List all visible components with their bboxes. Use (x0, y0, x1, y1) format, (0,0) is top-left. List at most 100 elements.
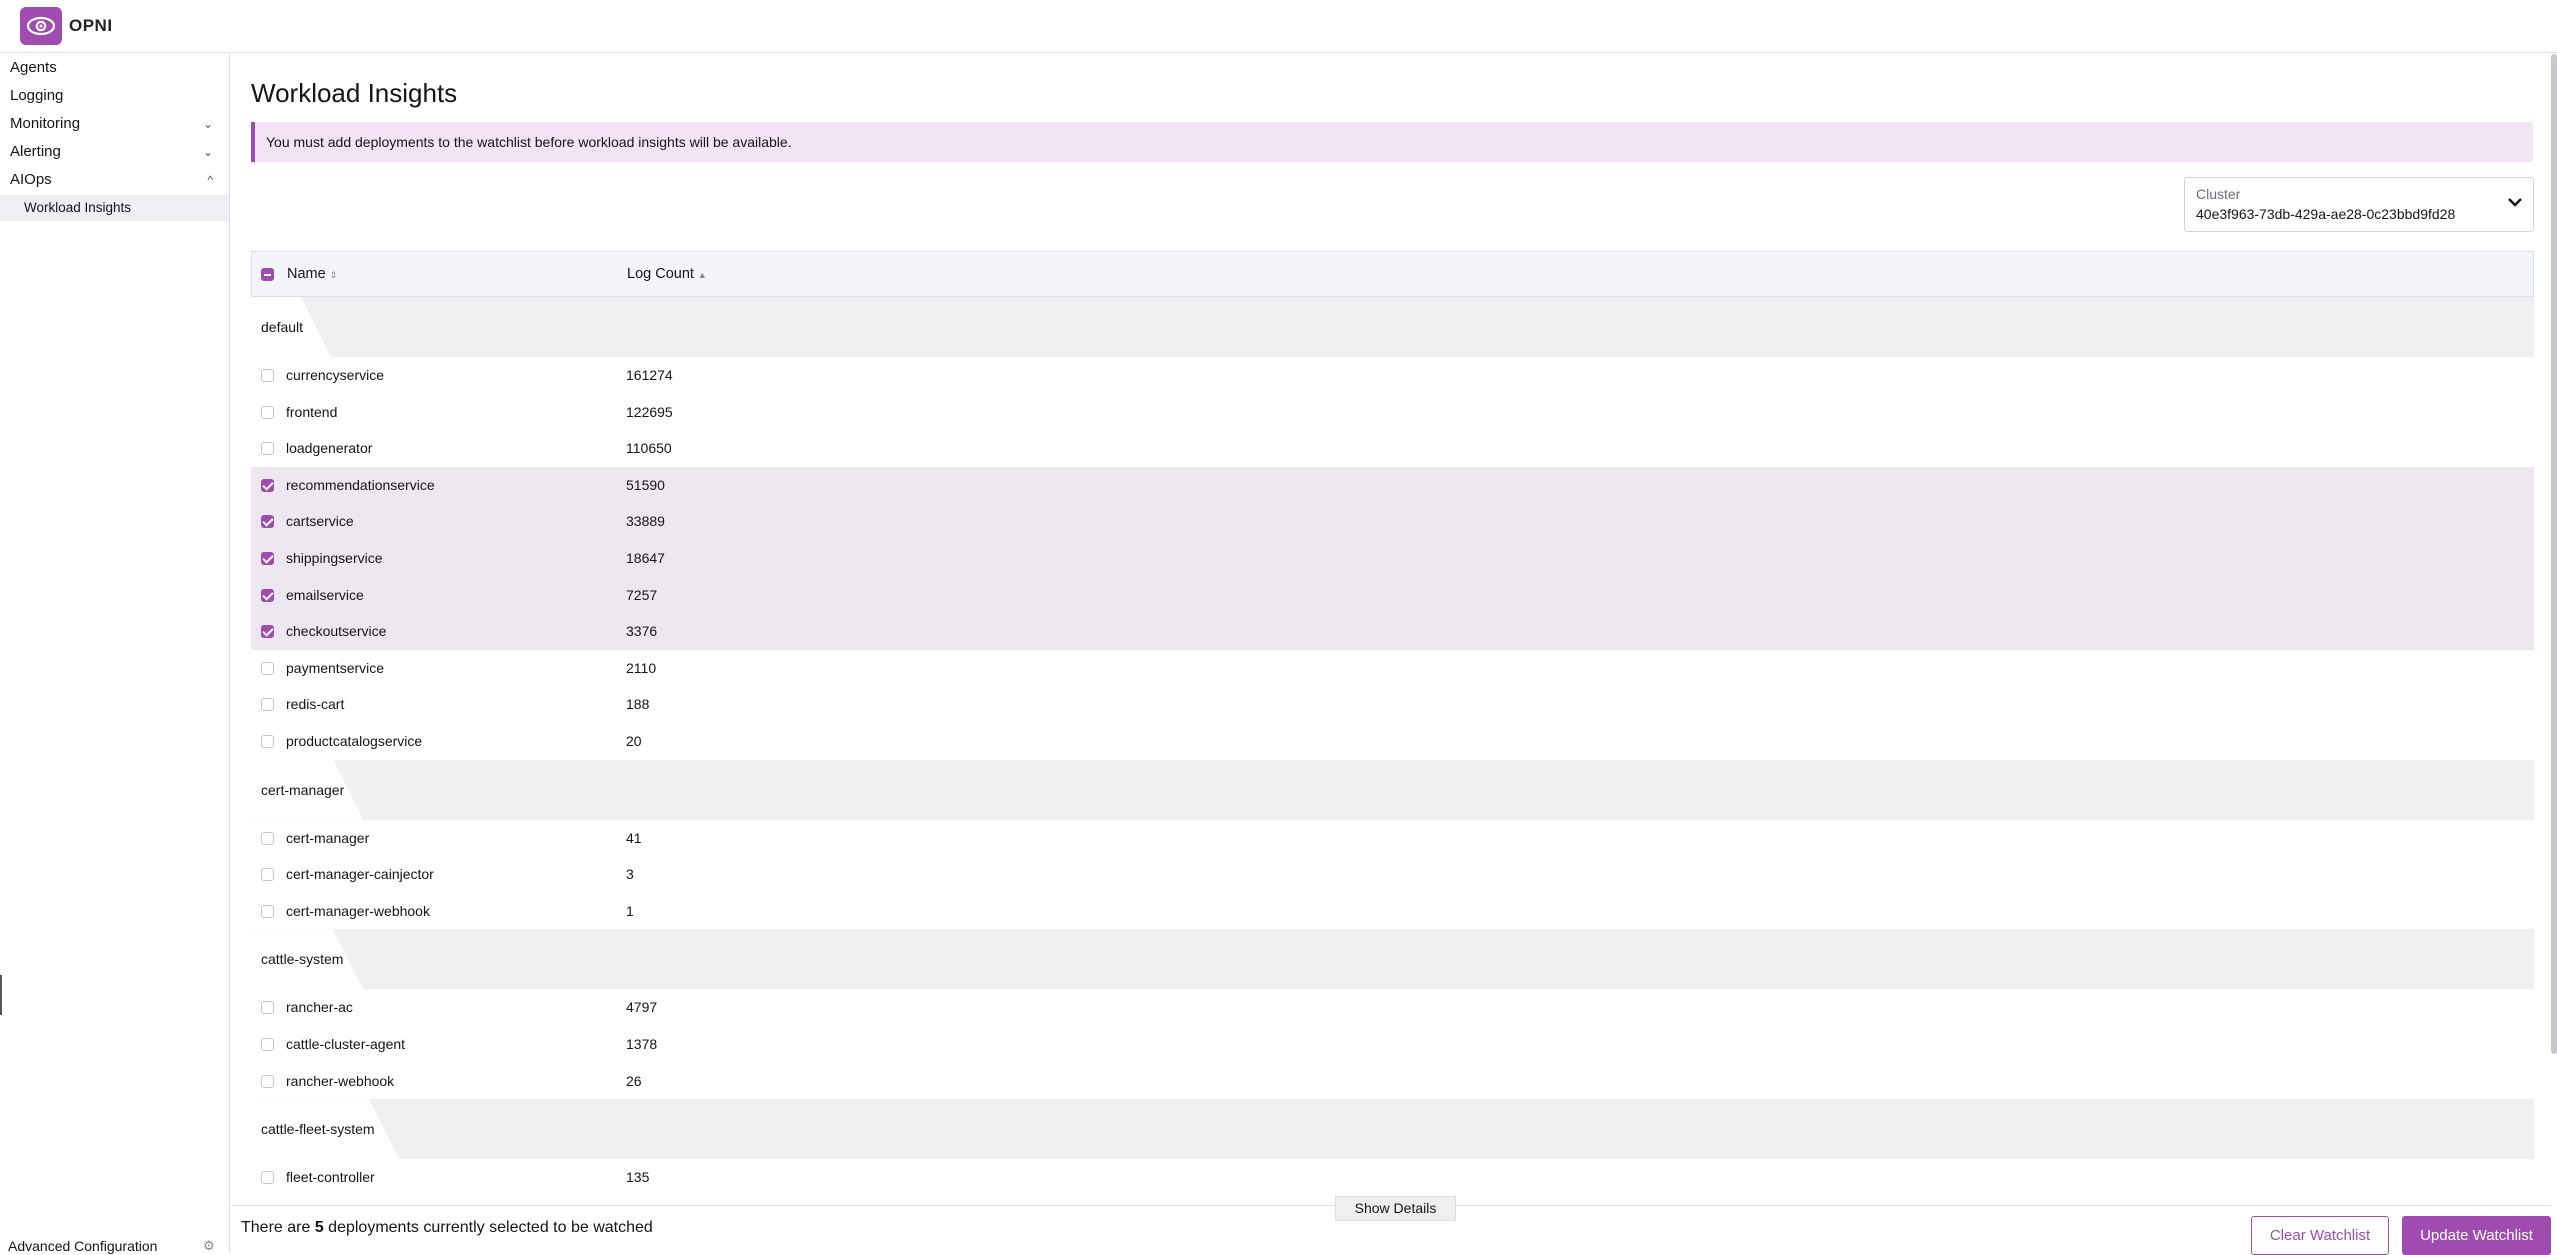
info-banner: You must add deployments to the watchlis… (251, 122, 2533, 162)
table-row[interactable]: cert-manager-cainjector 3 (251, 856, 2534, 893)
log-count: 33889 (626, 513, 665, 530)
sidebar-item-label: Monitoring (10, 115, 81, 132)
sidebar-item-logging[interactable]: Logging (0, 83, 229, 109)
column-header-name[interactable]: Name ⇕ (287, 266, 337, 282)
deployment-name: cattle-cluster-agent (286, 1036, 406, 1052)
table-row[interactable]: paymentservice 2110 (251, 649, 2534, 687)
group-label: cert-manager (251, 760, 363, 820)
log-count: 1378 (626, 1036, 658, 1052)
sidebar-item-aiops[interactable]: AIOps ^ (0, 167, 229, 193)
cluster-select[interactable]: Cluster 40e3f963-73db-429a-ae28-0c23bbd9… (2184, 177, 2534, 232)
summary-text: There are (241, 1219, 315, 1236)
log-count: 41 (626, 829, 642, 846)
column-header-label: Log Count (627, 266, 694, 282)
sidebar-item-workload-insights[interactable]: Workload Insights (0, 195, 229, 221)
gear-icon[interactable]: ⚙ (203, 1238, 215, 1254)
table-row[interactable]: cartservice 33889 (251, 503, 2534, 540)
sort-icon: ▲ (697, 270, 707, 280)
deployment-name: emailservice (286, 586, 364, 603)
clear-watchlist-button[interactable]: Clear Watchlist (2251, 1216, 2389, 1255)
column-header-log-count[interactable]: Log Count ▲ (627, 266, 707, 282)
deployment-name: currencyservice (286, 367, 385, 383)
table-row[interactable]: recommendationservice 51590 (251, 466, 2534, 504)
main-content: Workload Insights You must add deploymen… (231, 54, 2551, 1254)
row-checkbox[interactable] (261, 478, 274, 492)
selection-summary: There are 5 deployments currently select… (241, 1219, 653, 1237)
cluster-label: Cluster (2196, 186, 2241, 202)
app-name: OPNI (69, 16, 113, 35)
table-row[interactable]: cert-manager-webhook 1 (251, 892, 2534, 930)
table-row[interactable]: rancher-webhook 26 (251, 1062, 2534, 1100)
sidebar-item-monitoring[interactable]: Monitoring ⌄ (0, 111, 229, 137)
column-header-label: Name (287, 266, 326, 282)
deployment-name: shippingservice (286, 550, 383, 566)
scrollbar[interactable] (2551, 54, 2557, 1054)
log-count: 7257 (626, 586, 658, 603)
deployment-name: productcatalogservice (286, 733, 423, 749)
deployment-name: rancher-webhook (286, 1072, 395, 1089)
row-checkbox[interactable] (261, 405, 274, 419)
row-checkbox[interactable] (261, 1074, 274, 1088)
table-header: Name ⇕ Log Count ▲ (251, 251, 2534, 297)
row-checkbox[interactable] (261, 698, 274, 712)
log-count: 161274 (626, 367, 673, 383)
row-checkbox[interactable] (261, 868, 274, 882)
deployment-name: cartservice (286, 513, 354, 530)
row-checkbox[interactable] (261, 1171, 274, 1185)
sidebar-item-label: Alerting (10, 143, 61, 160)
advanced-configuration-link[interactable]: Advanced Configuration (8, 1238, 157, 1254)
deployment-name: recommendationservice (286, 476, 435, 493)
selected-count: 5 (314, 1219, 324, 1236)
sidebar-item-agents[interactable]: Agents (0, 55, 229, 81)
table-row[interactable]: loadgenerator 110650 (251, 430, 2534, 467)
row-checkbox[interactable] (261, 904, 274, 918)
sidebar-item-alerting[interactable]: Alerting ⌄ (0, 139, 229, 165)
top-bar: OPNI (0, 0, 2557, 53)
watchlist-footer: There are 5 deployments currently select… (231, 1196, 2551, 1255)
sort-icon: ⇕ (329, 270, 338, 280)
summary-text: deployments currently selected to be wat… (323, 1219, 653, 1236)
row-checkbox[interactable] (261, 588, 274, 602)
row-checkbox[interactable] (261, 1038, 274, 1051)
chevron-down-icon: ⌄ (202, 117, 213, 131)
sidebar-item-label: AIOps (10, 171, 52, 188)
row-checkbox[interactable] (261, 515, 274, 529)
log-count: 3376 (626, 623, 658, 640)
table-row[interactable]: cattle-cluster-agent 1378 (251, 1026, 2534, 1063)
row-checkbox[interactable] (261, 369, 274, 382)
table-row[interactable]: cert-manager 41 (251, 819, 2534, 857)
row-checkbox[interactable] (261, 1001, 274, 1015)
group-label: cattle-system (251, 929, 363, 989)
log-count: 18647 (626, 550, 665, 566)
row-checkbox[interactable] (261, 625, 274, 639)
deployment-name: cert-manager (286, 829, 370, 846)
table-row[interactable]: checkoutservice 3376 (251, 613, 2534, 650)
opni-logo-icon[interactable] (20, 7, 62, 45)
sidebar: Agents Logging Monitoring ⌄ Alerting ⌄ AIO… (0, 54, 230, 1254)
row-checkbox[interactable] (261, 735, 274, 748)
table-row[interactable]: productcatalogservice 20 (251, 723, 2534, 760)
table-row[interactable]: currencyservice 161274 (251, 357, 2534, 394)
table-row[interactable]: frontend 122695 (251, 393, 2534, 431)
log-count: 1 (626, 902, 634, 919)
update-watchlist-button[interactable]: Update Watchlist (2402, 1216, 2551, 1255)
row-checkbox[interactable] (261, 661, 274, 675)
row-checkbox[interactable] (261, 831, 274, 845)
table-row[interactable]: rancher-ac 4797 (251, 989, 2534, 1026)
row-checkbox[interactable] (261, 442, 274, 456)
log-count: 135 (626, 1169, 650, 1186)
log-count: 110650 (626, 440, 672, 457)
show-details-button[interactable]: Show Details (1335, 1196, 1456, 1221)
table-row[interactable]: redis-cart 188 (251, 686, 2534, 723)
page-title: Workload Insights (251, 78, 458, 108)
row-checkbox[interactable] (261, 552, 274, 565)
deployment-name: frontend (286, 403, 338, 420)
table-row[interactable]: shippingservice 18647 (251, 540, 2534, 577)
group-label: default (251, 297, 331, 357)
chevron-up-icon: ^ (207, 173, 213, 187)
table-row[interactable]: fleet-controller 135 (251, 1159, 2534, 1196)
group-label: cattle-fleet-system (251, 1099, 399, 1159)
select-all-checkbox[interactable] (261, 268, 274, 281)
table-row[interactable]: emailservice 7257 (251, 576, 2534, 614)
deployment-name: cert-manager-webhook (286, 902, 430, 919)
